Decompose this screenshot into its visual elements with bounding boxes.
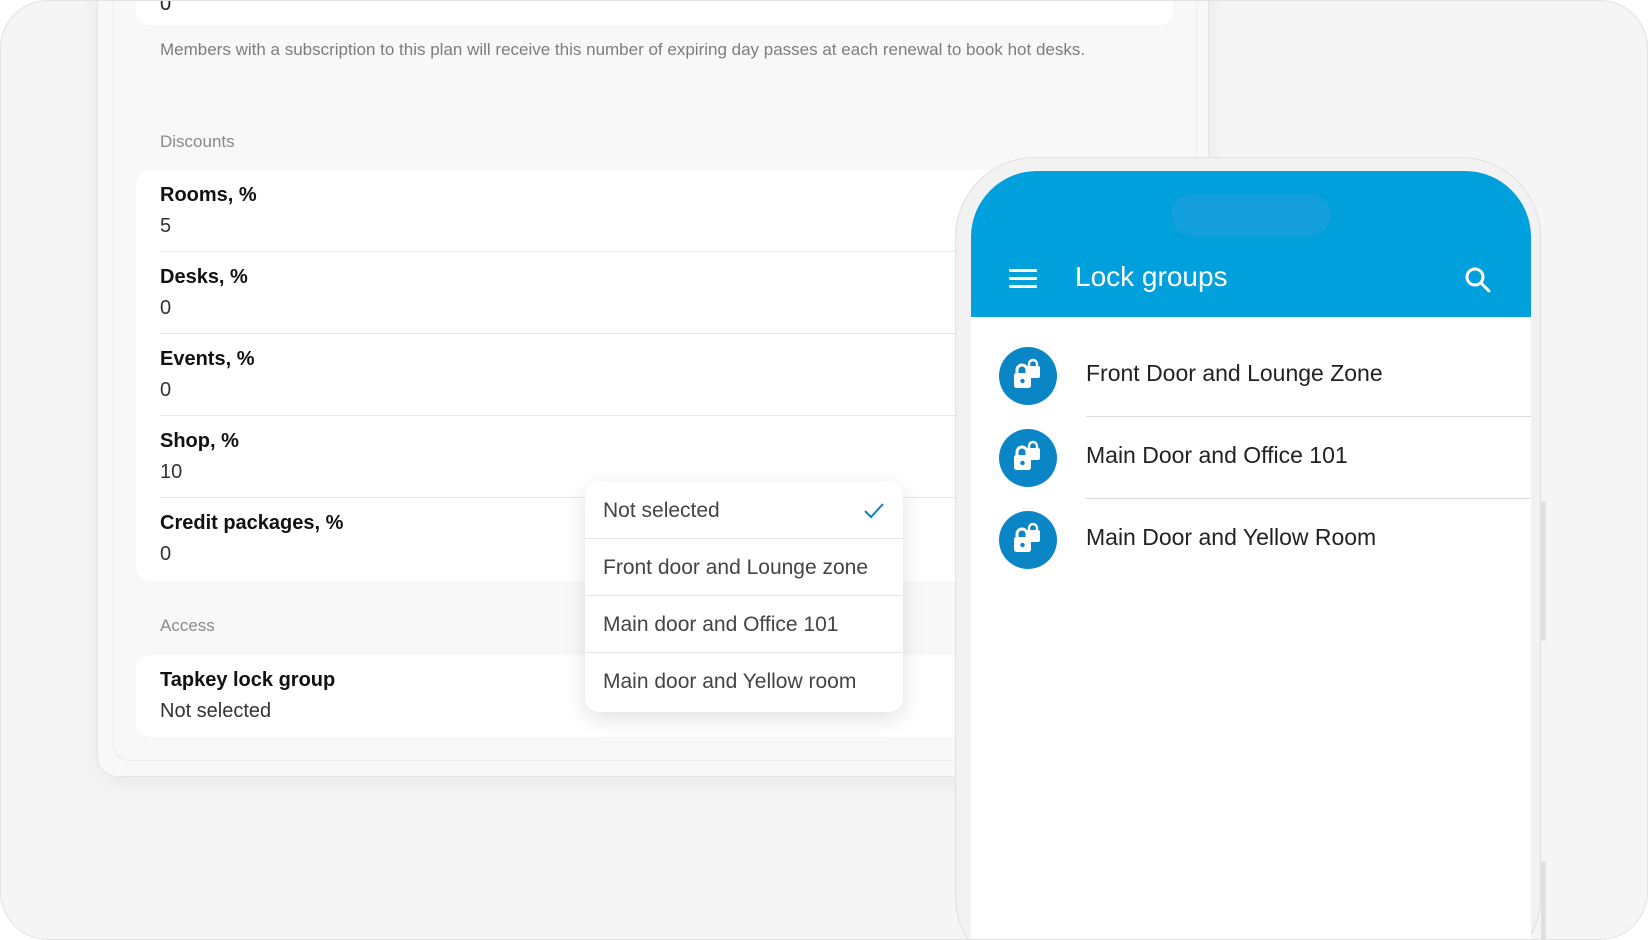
dropdown-option-not-selected[interactable]: Not selected — [585, 482, 903, 539]
discount-label: Credit packages, % — [160, 512, 344, 534]
dropdown-option-office-101[interactable]: Main door and Office 101 — [585, 596, 903, 653]
discount-value: 10 — [160, 461, 183, 483]
hamburger-menu-icon[interactable] — [1009, 269, 1037, 289]
discounts-section-label: Discounts — [160, 132, 235, 151]
lock-group-name: Main Door and Yellow Room — [1086, 524, 1377, 550]
discount-label: Shop, % — [160, 430, 239, 452]
dropdown-option-yellow-room[interactable]: Main door and Yellow room — [585, 653, 903, 710]
lock-group-dropdown: Not selected Front door and Lounge zone … — [585, 482, 903, 712]
lock-group-item-yellow-room[interactable]: Main Door and Yellow Room — [971, 499, 1531, 581]
discount-value: 5 — [160, 215, 172, 237]
lock-group-name: Front Door and Lounge Zone — [1086, 360, 1383, 386]
discount-label: Desks, % — [160, 266, 248, 288]
day-passes-value: 0 — [160, 0, 172, 15]
dropdown-option-label: Not selected — [603, 499, 720, 522]
discount-value: 0 — [160, 379, 172, 401]
lock-group-avatar — [999, 429, 1057, 487]
app-bar: Lock groups — [971, 171, 1531, 317]
lock-group-avatar — [999, 511, 1057, 569]
dynamic-island — [1171, 193, 1331, 237]
locks-icon — [1014, 440, 1040, 470]
phone-side-button — [1541, 501, 1546, 641]
phone-screen: Lock groups Front Door and Lounge Zone M… — [971, 171, 1531, 939]
app-title: Lock groups — [1075, 261, 1228, 292]
phone-side-button — [1541, 861, 1546, 939]
locks-icon — [1014, 358, 1040, 388]
discount-value: 0 — [160, 297, 172, 319]
discount-label: Rooms, % — [160, 184, 257, 206]
lock-group-item-front-door[interactable]: Front Door and Lounge Zone — [971, 335, 1531, 417]
lock-group-label: Tapkey lock group — [160, 669, 336, 691]
lock-group-avatar — [999, 347, 1057, 405]
locks-icon — [1014, 522, 1040, 552]
canvas: 0 Members with a subscription to this pl… — [0, 0, 1648, 940]
dropdown-option-label: Main door and Office 101 — [603, 613, 839, 636]
search-icon[interactable] — [1464, 266, 1492, 294]
discount-value: 0 — [160, 543, 172, 565]
dropdown-option-label: Front door and Lounge zone — [603, 556, 869, 579]
lock-group-name: Main Door and Office 101 — [1086, 442, 1348, 468]
day-passes-helper-text: Members with a subscription to this plan… — [160, 40, 1086, 59]
discount-label: Events, % — [160, 348, 255, 370]
dropdown-option-front-door[interactable]: Front door and Lounge zone — [585, 539, 903, 596]
access-section-label: Access — [160, 616, 215, 635]
day-passes-field[interactable]: 0 — [136, 0, 1173, 25]
check-icon — [864, 503, 884, 519]
dropdown-option-label: Main door and Yellow room — [603, 670, 857, 693]
lock-group-item-office-101[interactable]: Main Door and Office 101 — [971, 417, 1531, 499]
lock-group-value: Not selected — [160, 700, 272, 722]
